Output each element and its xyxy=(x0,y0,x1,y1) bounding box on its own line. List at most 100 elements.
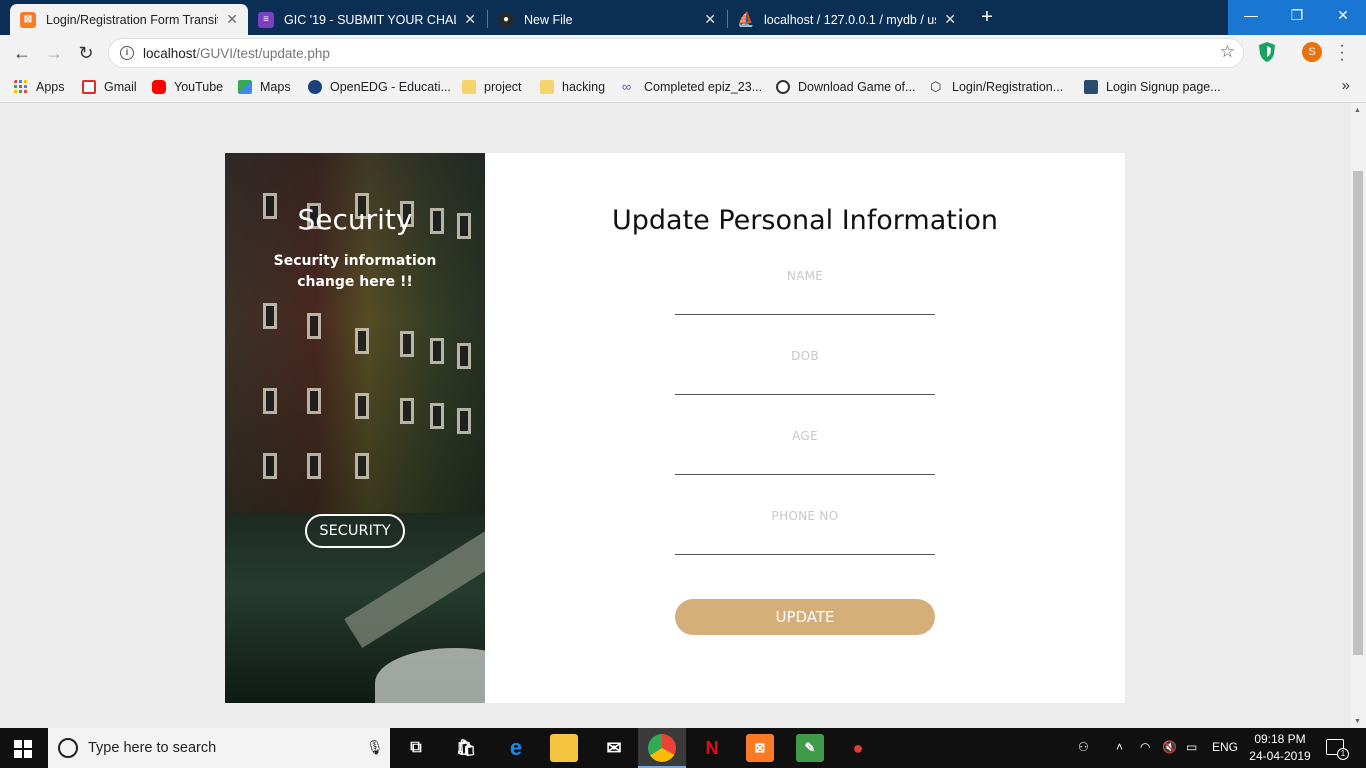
windows-start-icon[interactable] xyxy=(14,740,32,758)
tab-title: GIC '19 - SUBMIT YOUR CHALLENGE xyxy=(284,12,456,27)
info-icon[interactable]: i xyxy=(120,46,134,60)
tab-new-file[interactable]: ● New File ✕ xyxy=(488,4,726,35)
bookmark-completed-epiz[interactable]: ∞ Completed epiz_23... xyxy=(622,77,762,97)
back-arrow-icon[interactable]: ← xyxy=(10,41,34,65)
dob-label: DOB xyxy=(791,349,819,363)
dob-input[interactable] xyxy=(675,369,935,395)
name-label: NAME xyxy=(786,269,824,283)
bookmark-download-game[interactable]: Download Game of... xyxy=(776,77,915,97)
file-explorer-icon[interactable] xyxy=(550,734,578,762)
bookmark-label: project xyxy=(484,80,522,94)
age-field: AGE xyxy=(675,429,935,489)
menu-dots-icon[interactable]: · · · xyxy=(1336,38,1348,68)
phone-input[interactable] xyxy=(675,529,935,555)
bookmark-star-icon[interactable]: ☆ xyxy=(1220,42,1235,62)
close-tab-icon[interactable]: ✕ xyxy=(464,11,476,28)
bookmark-openedg[interactable]: OpenEDG - Educati... xyxy=(308,77,451,97)
shield-extension-icon[interactable] xyxy=(1258,41,1276,63)
battery-icon[interactable]: ▭ xyxy=(1186,740,1197,754)
bookmark-label: Login/Registration... xyxy=(952,80,1064,94)
close-tab-icon[interactable]: ✕ xyxy=(704,11,716,28)
update-button[interactable]: UPDATE xyxy=(675,599,935,635)
address-bar[interactable]: i localhost/GUVI/test/update.php ☆ xyxy=(108,38,1244,68)
maps-icon xyxy=(238,80,252,94)
tab-login-registration[interactable]: ⊠ Login/Registration Form Transition ✕ xyxy=(10,4,248,35)
page-scrollbar[interactable]: ▲ ▼ xyxy=(1350,103,1366,728)
tab-title: New File xyxy=(524,12,573,27)
bookmark-youtube[interactable]: YouTube xyxy=(152,77,223,97)
bookmark-label: Apps xyxy=(36,80,65,94)
age-label: AGE xyxy=(792,429,818,443)
infinity-icon: ∞ xyxy=(622,79,632,94)
chrome-icon[interactable] xyxy=(648,734,676,762)
dob-field: DOB xyxy=(675,349,935,409)
clock[interactable]: 09:18 PM 24-04-2019 xyxy=(1240,731,1320,765)
bookmark-apps[interactable]: Apps xyxy=(14,77,65,97)
bookmark-maps[interactable]: Maps xyxy=(238,77,291,97)
bookmark-label: hacking xyxy=(562,80,606,94)
bookmark-login-registration[interactable]: ⬡ Login/Registration... xyxy=(930,77,1063,97)
task-view-icon[interactable]: ⧉ xyxy=(402,734,430,762)
age-input[interactable] xyxy=(675,449,935,475)
bookmark-project[interactable]: project xyxy=(462,77,522,97)
bookmark-hacking[interactable]: hacking xyxy=(540,77,605,97)
bookmark-label: Gmail xyxy=(104,80,137,94)
security-subtitle: Security information change here !! xyxy=(273,253,437,290)
wifi-icon[interactable]: ◠ xyxy=(1140,740,1150,754)
taskbar-search[interactable]: Type here to search 🎙 xyxy=(48,728,390,768)
notification-count: 1 xyxy=(1337,748,1349,760)
clock-date: 24-04-2019 xyxy=(1249,749,1311,763)
close-window-button[interactable]: ✕ xyxy=(1320,0,1366,32)
store-icon[interactable]: 🛍 xyxy=(452,734,480,762)
volume-muted-icon[interactable]: 🔇 xyxy=(1162,740,1177,754)
cortana-icon xyxy=(58,738,78,758)
more-bookmarks-icon[interactable]: » xyxy=(1342,77,1350,94)
notification-center-icon[interactable]: 1 xyxy=(1326,739,1349,760)
new-tab-button[interactable]: + xyxy=(975,6,999,30)
page-content: Security Security information change her… xyxy=(0,103,1350,728)
forward-arrow-icon[interactable]: → xyxy=(42,41,66,65)
search-placeholder: Type here to search xyxy=(88,740,217,756)
scroll-up-arrow-icon[interactable]: ▲ xyxy=(1354,107,1361,114)
xampp-icon[interactable]: ⊠ xyxy=(746,734,774,762)
tab-phpmyadmin[interactable]: ⛵ localhost / 127.0.0.1 / mydb / users ✕ xyxy=(728,4,966,35)
bookmark-label: Login Signup page... xyxy=(1106,80,1221,94)
people-icon[interactable]: ⚇ xyxy=(1078,740,1089,754)
close-tab-icon[interactable]: ✕ xyxy=(226,11,238,28)
edge-icon[interactable]: e xyxy=(502,734,530,762)
xampp-icon: ⊠ xyxy=(20,11,36,28)
game-icon[interactable]: ● xyxy=(844,734,872,762)
openedg-icon xyxy=(308,80,322,94)
form-icon: ≡ xyxy=(258,11,274,28)
tab-gic-19[interactable]: ≡ GIC '19 - SUBMIT YOUR CHALLENGE ✕ xyxy=(248,4,486,35)
security-panel: Security Security information change her… xyxy=(225,153,485,703)
profile-avatar[interactable]: S xyxy=(1302,42,1322,62)
mail-icon[interactable]: ✉ xyxy=(600,734,628,762)
folder-icon xyxy=(540,80,554,94)
bookmark-gmail[interactable]: Gmail xyxy=(82,77,137,97)
youtube-icon xyxy=(152,80,166,94)
security-title: Security xyxy=(297,203,413,236)
bookmark-label: Download Game of... xyxy=(798,80,916,94)
editor-icon[interactable]: ✎ xyxy=(796,734,824,762)
bookmarks-bar: Apps Gmail YouTube Maps OpenEDG - Educat… xyxy=(0,71,1366,103)
windows-taskbar: Type here to search 🎙 ⧉ 🛍 e ✉ N ⊠ ✎ ● ⚇ … xyxy=(0,728,1366,768)
netflix-icon[interactable]: N xyxy=(698,734,726,762)
restore-button[interactable]: ❐ xyxy=(1274,0,1320,32)
name-input[interactable] xyxy=(675,289,935,315)
codepen-icon: ⬡ xyxy=(930,79,942,94)
show-hidden-icons[interactable]: ˄ xyxy=(1116,740,1123,754)
scroll-down-arrow-icon[interactable]: ▼ xyxy=(1354,718,1361,725)
url-text[interactable]: localhost/GUVI/test/update.php xyxy=(143,46,330,61)
scrollbar-thumb[interactable] xyxy=(1353,171,1363,655)
bookmark-login-signup[interactable]: Login Signup page... xyxy=(1084,77,1221,97)
security-button[interactable]: SECURITY xyxy=(305,514,405,548)
microphone-icon[interactable]: 🎙 xyxy=(366,739,384,756)
url-host: localhost xyxy=(143,46,197,61)
bookmark-label: Completed epiz_23... xyxy=(644,80,763,94)
minimize-button[interactable]: — xyxy=(1228,0,1274,32)
reload-icon[interactable]: ↻ xyxy=(74,41,98,65)
close-tab-icon[interactable]: ✕ xyxy=(944,11,956,28)
language-indicator[interactable]: ENG xyxy=(1212,740,1238,754)
browser-tab-strip: ⊠ Login/Registration Form Transition ✕ ≡… xyxy=(0,0,1366,35)
